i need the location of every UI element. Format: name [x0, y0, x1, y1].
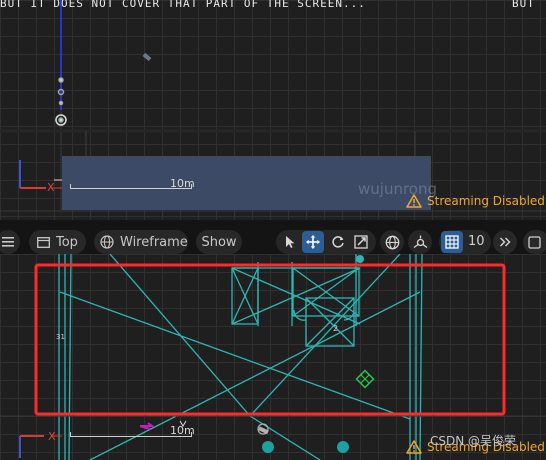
- grid-icon: [445, 235, 459, 249]
- view-type-label: Top: [56, 234, 78, 250]
- wire-marker: 2: [333, 324, 338, 333]
- world-space-button[interactable]: [381, 231, 403, 253]
- grid-snap-button[interactable]: [441, 231, 463, 253]
- wireframe-sphere-icon: [100, 235, 114, 249]
- rotate-tool-button[interactable]: [327, 231, 349, 253]
- camera-icon: [142, 52, 152, 62]
- spline-point-right: [337, 441, 349, 453]
- streaming-status: Streaming Disabled: [406, 194, 545, 208]
- camera-actor-icon: [257, 423, 269, 435]
- target-point-icon: [355, 369, 375, 389]
- scale-tick-left: [70, 184, 71, 189]
- wireframe-scene: 2 31: [0, 254, 546, 460]
- surface-snap-button[interactable]: [409, 231, 431, 253]
- view-mode-label: Wireframe: [120, 234, 188, 250]
- select-tool-button[interactable]: [279, 231, 301, 253]
- show-label: Show: [201, 234, 237, 250]
- wireframe-lines: [0, 254, 546, 460]
- scale-tool-button[interactable]: [350, 231, 372, 253]
- grid-size-value[interactable]: 10: [468, 234, 485, 249]
- rotate-icon: [332, 236, 344, 248]
- spline-point: [356, 255, 364, 263]
- scale-icon: [354, 235, 368, 249]
- show-button[interactable]: Show: [196, 230, 242, 254]
- streaming-status-label: Streaming Disabled: [427, 194, 545, 208]
- bottom-warning-icon: [406, 440, 422, 454]
- move-icon: [306, 235, 320, 249]
- arrow-actor-icon: [139, 422, 155, 430]
- view-mode-button[interactable]: Wireframe: [94, 230, 188, 254]
- spline-point-left: [262, 441, 274, 453]
- bottom-scale-tick-left: [70, 432, 71, 437]
- bottom-scale-label: 10m: [170, 424, 195, 437]
- maximize-icon: [528, 235, 541, 249]
- axis-gizmo: [19, 160, 62, 189]
- wire-marker-left: 31: [56, 333, 65, 341]
- source-credit: CSDN @吴俊荣: [430, 434, 517, 448]
- more-options-button[interactable]: [493, 230, 517, 254]
- move-tool-button[interactable]: [302, 231, 324, 253]
- axis-x-label: X: [47, 181, 55, 194]
- top-viewport[interactable]: BUT IT DOES NOT COVER THAT PART OF THE S…: [0, 0, 546, 220]
- surface-snap-icon: [413, 235, 427, 248]
- globe-icon: [385, 235, 399, 249]
- chevron-double-right-icon: [499, 237, 511, 247]
- warning-icon: [406, 194, 422, 208]
- bottom-axis-x-label: X: [48, 430, 56, 443]
- scale-label: 10m: [170, 177, 195, 190]
- bottom-viewport[interactable]: 2 31 X 10m Streaming Disabled: [0, 254, 546, 460]
- view-type-button[interactable]: Top: [29, 230, 86, 254]
- cursor-icon: [286, 236, 295, 248]
- editor-window: BUT IT DOES NOT COVER THAT PART OF THE S…: [0, 0, 546, 460]
- hamburger-icon: [2, 237, 14, 247]
- viewport-icon: [37, 236, 50, 248]
- maximize-viewport-button[interactable]: [523, 230, 546, 254]
